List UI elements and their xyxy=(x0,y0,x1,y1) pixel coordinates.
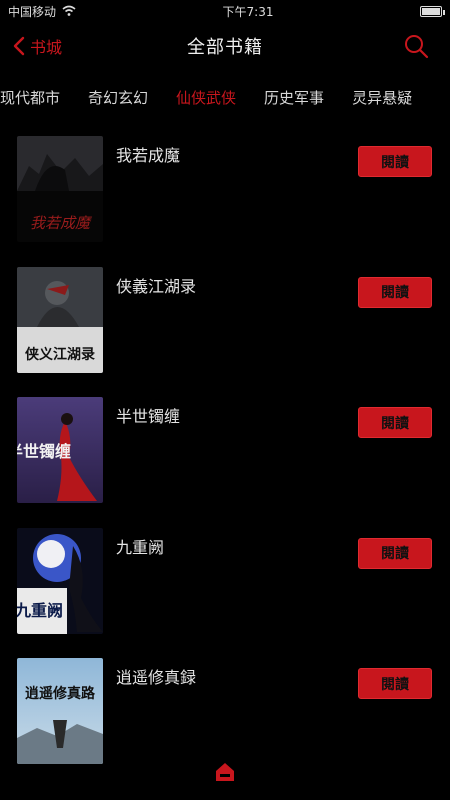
carrier-label: 中国移动 xyxy=(8,4,57,19)
cover-image: 逍遥修真路 xyxy=(17,658,103,764)
page-title: 全部书籍 xyxy=(187,37,263,58)
book-cover[interactable]: 九重阙 xyxy=(17,527,103,634)
book-title: 我若成魔 xyxy=(116,146,181,165)
book-list: 我若成魔 我若成魔 閱讀 侠义江湖录 侠義江湖录 閱讀 世镯缠 半世镯缠 閱讀 … xyxy=(0,130,450,783)
cover-text: 逍遥修真路 xyxy=(25,685,96,702)
category-tabs: 现代都市 奇幻玄幻 仙侠武侠 历史军事 灵异悬疑 xyxy=(0,76,450,118)
home-icon[interactable] xyxy=(213,760,237,784)
book-title: 侠義江湖录 xyxy=(116,276,197,296)
status-left: 中国移动 xyxy=(8,3,76,20)
search-icon[interactable] xyxy=(402,32,430,60)
read-button[interactable]: 閱讀 xyxy=(358,276,432,308)
book-title: 半世镯缠 xyxy=(116,407,181,426)
status-time: 下午7:31 xyxy=(222,4,274,19)
cover-text: 我若成魔 xyxy=(30,214,93,232)
book-item[interactable]: 九重阙 九重阙 閱讀 xyxy=(0,522,450,653)
chevron-left-icon xyxy=(13,36,25,56)
book-cover[interactable]: 半世镯缠 xyxy=(17,397,103,503)
status-bar: 中国移动 下午7:31 xyxy=(0,0,450,22)
book-item[interactable]: 我若成魔 我若成魔 閱讀 xyxy=(0,130,450,261)
cover-image: 九重阙 xyxy=(17,527,103,634)
book-title: 逍遥修真録 xyxy=(116,668,197,687)
read-button[interactable]: 閱讀 xyxy=(358,407,432,438)
tab-history-military[interactable]: 历史军事 xyxy=(250,87,338,108)
wifi-icon xyxy=(62,5,76,16)
read-button[interactable]: 閱讀 xyxy=(358,537,432,569)
cover-text: 半世镯缠 xyxy=(17,442,71,461)
nav-bar: 书城 全部书籍 xyxy=(0,22,450,70)
book-title: 九重阙 xyxy=(116,537,165,557)
tab-fantasy[interactable]: 奇幻玄幻 xyxy=(74,87,162,108)
cover-image: 我若成魔 xyxy=(17,136,103,242)
tab-xianxia-wuxia[interactable]: 仙侠武侠 xyxy=(162,87,250,108)
back-label: 书城 xyxy=(30,38,63,57)
back-button[interactable]: 书城 xyxy=(12,22,62,70)
cover-text: 侠义江湖录 xyxy=(25,346,95,363)
tab-modern-city[interactable]: 现代都市 xyxy=(0,87,74,108)
book-cover[interactable]: 我若成魔 xyxy=(17,136,103,242)
book-item[interactable]: 半世镯缠 半世镯缠 閱讀 xyxy=(0,391,450,522)
cover-image: 侠义江湖录 xyxy=(17,266,103,373)
book-item[interactable]: 侠义江湖录 侠義江湖录 閱讀 xyxy=(0,261,450,392)
cover-image: 半世镯缠 xyxy=(17,397,103,503)
tab-supernatural-mystery[interactable]: 灵异悬疑 xyxy=(338,87,426,108)
cover-text: 九重阙 xyxy=(17,601,63,620)
read-button[interactable]: 閱讀 xyxy=(358,668,432,699)
read-button[interactable]: 閱讀 xyxy=(358,146,432,177)
book-cover[interactable]: 逍遥修真路 xyxy=(17,658,103,764)
book-cover[interactable]: 侠义江湖录 xyxy=(17,266,103,373)
battery-icon xyxy=(420,5,445,17)
